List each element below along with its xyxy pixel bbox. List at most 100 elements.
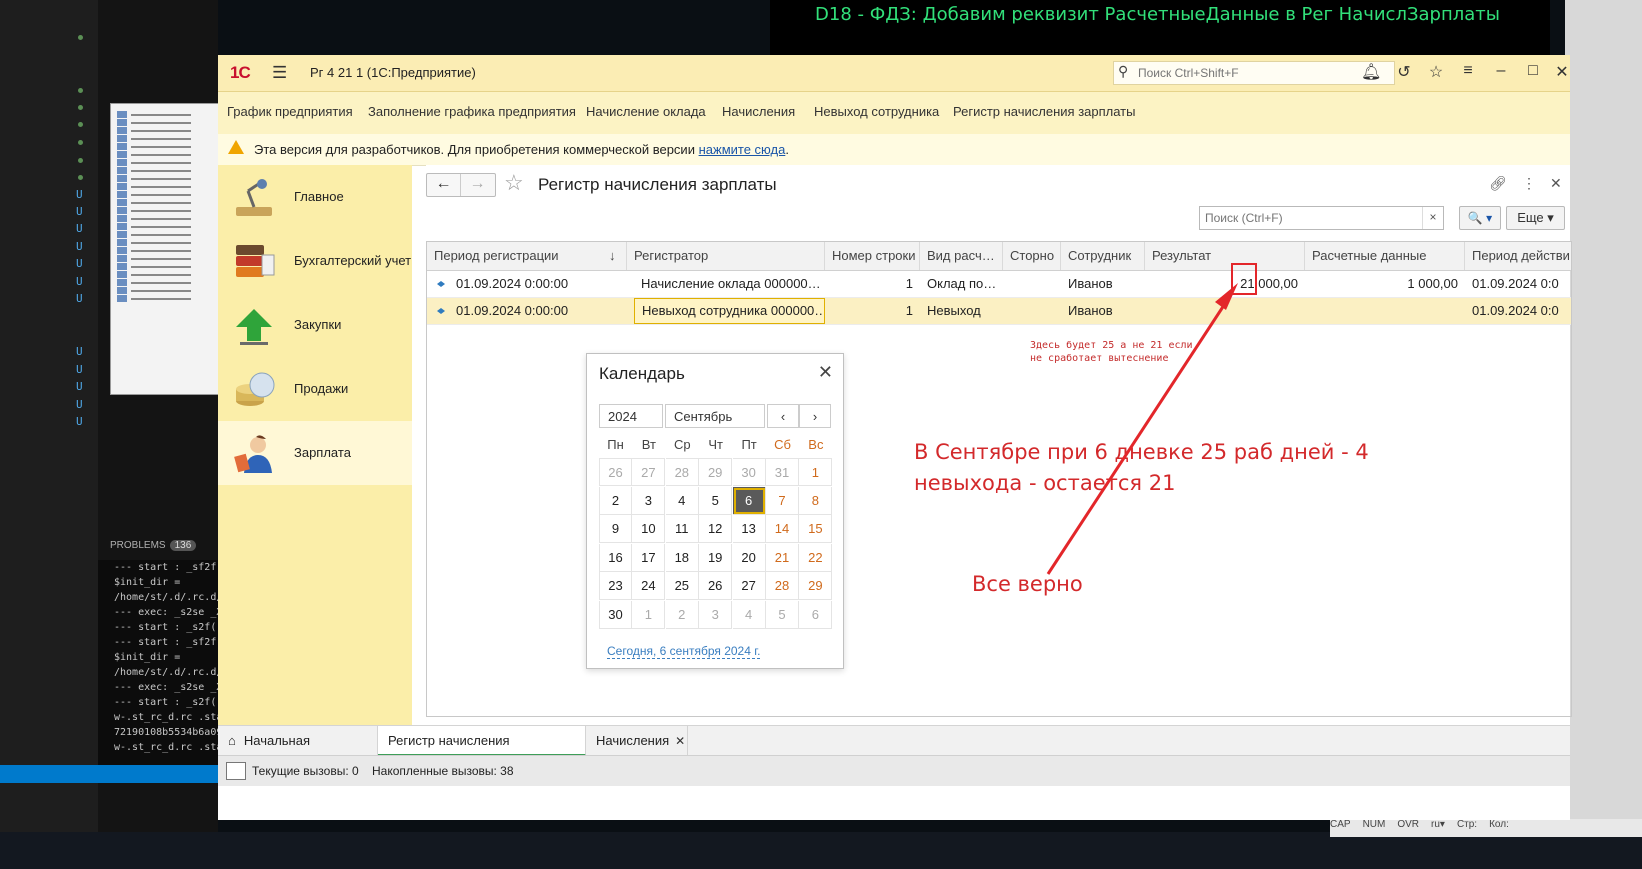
form-search[interactable]: × (1199, 206, 1444, 230)
column-header[interactable]: Регистратор (627, 242, 825, 270)
column-header[interactable]: Период регистрации (427, 242, 605, 270)
calendar-day[interactable]: 6 (799, 601, 833, 629)
tab-accruals[interactable]: Начисления ✕ (586, 726, 688, 756)
close-icon[interactable]: ✕ (818, 362, 833, 383)
table-cell-focused[interactable]: Невыход сотрудника 000000… (634, 298, 825, 324)
calendar-day[interactable]: 24 (632, 572, 666, 601)
back-arrow-icon[interactable]: ← (427, 174, 461, 196)
calendar-day[interactable]: 20 (732, 543, 766, 572)
prev-month-button[interactable]: ‹ (767, 404, 799, 428)
calendar-day[interactable]: 12 (699, 515, 733, 544)
calendar-day[interactable]: 29 (699, 458, 733, 486)
more-button[interactable]: Еще ▾ (1506, 206, 1565, 230)
calendar-day[interactable]: 27 (732, 572, 766, 601)
calendar-day[interactable]: 14 (766, 515, 799, 544)
calendar-day[interactable]: 30 (732, 458, 766, 486)
column-header[interactable]: Период действи… (1465, 242, 1571, 270)
sidebar-item-accounting[interactable]: Бухгалтерский учет (218, 229, 412, 293)
calendar-day[interactable]: 26 (699, 572, 733, 601)
column-header[interactable]: Результат (1145, 242, 1305, 270)
calendar-day[interactable]: 6 (732, 486, 766, 515)
minimize-icon[interactable]: – (1491, 62, 1511, 80)
search-button[interactable]: 🔍 ▾ (1459, 206, 1501, 230)
calendar-day[interactable]: 27 (632, 458, 666, 486)
month-select[interactable]: Сентябрь (665, 404, 765, 428)
year-select[interactable]: 2024 (599, 404, 663, 428)
next-month-button[interactable]: › (799, 404, 831, 428)
calendar-day[interactable]: 2 (599, 486, 632, 515)
close-tab-icon[interactable]: ✕ (675, 734, 685, 748)
tab-register[interactable]: Регистр начисления зарплаты✕ (378, 726, 586, 778)
section-link[interactable]: График предприятия (227, 104, 353, 119)
maximize-icon[interactable]: □ (1523, 62, 1543, 80)
table-row[interactable]: 01.09.2024 0:00:00 Начисление оклада 000… (427, 271, 1571, 298)
calendar-day[interactable]: 19 (699, 543, 733, 572)
sidebar-item-purchases[interactable]: Закупки (218, 293, 412, 357)
calendar-day[interactable]: 16 (599, 543, 632, 572)
today-link[interactable]: Сегодня, 6 сентября 2024 г. (607, 644, 761, 659)
section-link[interactable]: Регистр начисления зарплаты (953, 104, 1135, 119)
star-icon[interactable]: ☆ (1426, 62, 1446, 82)
calendar-day[interactable]: 10 (632, 515, 666, 544)
column-header[interactable]: Номер строки (825, 242, 920, 270)
main-menu-icon[interactable]: ☰ (272, 63, 287, 83)
calendar-day[interactable]: 3 (632, 486, 666, 515)
calendar-day[interactable]: 18 (665, 543, 699, 572)
column-header[interactable]: Вид расч… (920, 242, 1003, 270)
history-icon[interactable]: ↺ (1394, 62, 1414, 82)
favorite-star-icon[interactable]: ☆ (504, 170, 524, 196)
calendar-day[interactable]: 4 (665, 486, 699, 515)
calendar-day[interactable]: 2 (665, 601, 699, 629)
calendar-day[interactable]: 30 (599, 601, 632, 629)
calendar-day[interactable]: 9 (599, 515, 632, 544)
calendar-day[interactable]: 8 (799, 486, 833, 515)
sort-desc-icon[interactable]: ↓ (605, 242, 627, 270)
close-form-icon[interactable]: ✕ (1550, 175, 1562, 192)
calendar-day[interactable]: 31 (766, 458, 799, 486)
close-icon[interactable]: ✕ (1552, 62, 1572, 82)
column-header[interactable]: Сотрудник (1061, 242, 1145, 270)
column-header[interactable]: Расчетные данные (1305, 242, 1465, 270)
sidebar-item-sales[interactable]: Продажи (218, 357, 412, 421)
calendar-day[interactable]: 26 (599, 458, 632, 486)
calendar-day[interactable]: 29 (799, 572, 833, 601)
calendar-day[interactable]: 23 (599, 572, 632, 601)
calendar-day[interactable]: 1 (632, 601, 666, 629)
calendar-day[interactable]: 1 (799, 458, 833, 486)
calendar-day[interactable]: 21 (766, 543, 799, 572)
calendar-day[interactable]: 17 (632, 543, 666, 572)
calendar-day[interactable]: 28 (766, 572, 799, 601)
calendar-day[interactable]: 4 (732, 601, 766, 629)
form-search-input[interactable] (1203, 209, 1417, 227)
calendar-day[interactable]: 5 (699, 486, 733, 515)
clear-search-icon[interactable]: × (1422, 207, 1443, 229)
section-link[interactable]: Заполнение графика предприятия (368, 104, 576, 119)
calendar-day[interactable]: 3 (699, 601, 733, 629)
global-search-input[interactable] (1136, 64, 1390, 82)
calendar-day[interactable]: 13 (732, 515, 766, 544)
1c-logo[interactable]: 1С (230, 63, 251, 83)
table-row[interactable]: 01.09.2024 0:00:00 Невыход сотрудника 00… (427, 298, 1571, 325)
calendar-day[interactable]: 22 (799, 543, 833, 572)
calendar-day[interactable]: 25 (665, 572, 699, 601)
calendar-day[interactable]: 7 (766, 486, 799, 515)
problems-panel-tab[interactable]: PROBLEMS 136 (110, 540, 197, 551)
calendar-day[interactable]: 11 (665, 515, 699, 544)
notice-link[interactable]: нажмите сюда (699, 142, 786, 157)
column-header[interactable]: Сторно (1003, 242, 1061, 270)
global-search[interactable]: ⚲ (1113, 61, 1395, 85)
windows-icon[interactable] (226, 762, 246, 780)
section-link[interactable]: Невыход сотрудника (814, 104, 939, 119)
sidebar-item-salary[interactable]: Зарплата (218, 421, 412, 485)
settings-icon[interactable]: ≡ (1458, 62, 1478, 80)
calendar-day[interactable]: 5 (766, 601, 799, 629)
forward-arrow-icon[interactable]: → (461, 174, 494, 196)
section-link[interactable]: Начисления (722, 104, 795, 119)
tab-home[interactable]: ⌂Начальная страница (218, 726, 378, 778)
section-link[interactable]: Начисление оклада (586, 104, 706, 119)
link-icon[interactable]: 🔗︎ (1489, 175, 1507, 192)
bell-icon[interactable]: 🔔︎ (1361, 62, 1381, 82)
sidebar-item-main[interactable]: Главное (218, 165, 412, 229)
calendar-day[interactable]: 28 (665, 458, 699, 486)
calendar-day[interactable]: 15 (799, 515, 833, 544)
